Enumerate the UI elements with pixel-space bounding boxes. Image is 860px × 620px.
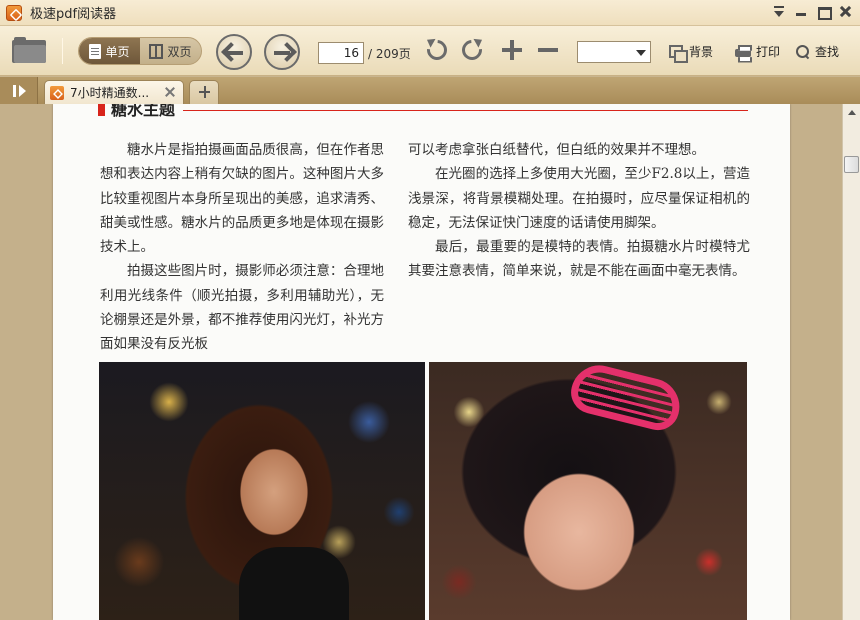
scroll-up-icon[interactable]: [843, 104, 860, 121]
search-button[interactable]: 查找: [796, 43, 839, 60]
rotate-right-button[interactable]: [457, 35, 487, 65]
printer-icon: [735, 45, 751, 59]
double-page-button[interactable]: 双页: [140, 38, 201, 64]
paragraph: 可以考虑拿张白纸替代，但白纸的效果并不理想。: [408, 142, 705, 158]
search-icon: [796, 44, 810, 59]
title-bar: 极速pdf阅读器: [0, 0, 860, 26]
text-column-left: 糖水片是指拍摄画面品质很高，但在作者思想和表达内容上稍有欠缺的图片。这种图片大多…: [100, 138, 384, 357]
arrow-left-icon: [227, 51, 243, 55]
app-logo-icon: [6, 4, 22, 21]
rotate-left-button[interactable]: [422, 35, 452, 65]
paragraph: 最后，最重要的是模特的表情。拍摄糖水片时模特尤其要注意表情，简单来说，就是不能在…: [408, 239, 750, 280]
zoom-select[interactable]: [577, 41, 651, 63]
vertical-scrollbar[interactable]: [842, 104, 860, 620]
previous-page-button[interactable]: [216, 34, 252, 70]
background-label: 背景: [689, 45, 714, 59]
double-page-label: 双页: [167, 44, 192, 59]
view-mode-toggle: 单页 双页: [78, 37, 202, 65]
tab-bar: 7小时精通数...: [0, 77, 860, 104]
print-label: 打印: [756, 45, 781, 59]
zoom-out-button[interactable]: [538, 40, 558, 60]
paragraph: 拍摄这些图片时，摄影师必须注意：合理地利用光线条件（顺光拍摄，多利用辅助光），无…: [100, 263, 384, 353]
text-column-right: 可以考虑拿张白纸替代，但白纸的效果并不理想。 在光圈的选择上多使用大光圈，至少F…: [408, 138, 750, 284]
chevron-down-icon: [636, 50, 646, 56]
portrait-photo-right: [429, 362, 747, 620]
toolbar: 单页 双页 / 209页 背景 打印 查找: [0, 26, 860, 76]
next-page-button[interactable]: [264, 34, 300, 70]
minimize-icon[interactable]: [794, 4, 808, 20]
page-number-input[interactable]: [318, 42, 364, 64]
document-viewer[interactable]: 糖水主题 糖水片是指拍摄画面品质很高，但在作者思想和表达内容上稍有欠缺的图片。这…: [0, 104, 842, 620]
menu-dropdown-icon[interactable]: [772, 4, 786, 20]
portrait-photo-left: [99, 362, 425, 620]
close-icon[interactable]: [838, 4, 852, 20]
window-controls: [772, 4, 852, 20]
page-total: / 209页: [368, 47, 411, 61]
toolbar-divider: [62, 38, 63, 64]
double-page-icon: [149, 43, 164, 59]
new-tab-button[interactable]: [189, 80, 219, 104]
single-page-icon: [89, 43, 102, 59]
shutter-glasses: [566, 362, 686, 435]
maximize-icon[interactable]: [816, 4, 832, 20]
print-button[interactable]: 打印: [735, 43, 780, 60]
arrow-right-icon: [274, 51, 290, 55]
paragraph: 在光圈的选择上多使用大光圈，至少F2.8以上，营造浅景深，将背景模糊处理。在拍摄…: [408, 166, 750, 231]
section-marker: [98, 104, 105, 116]
rotate-right-icon: [457, 35, 487, 65]
open-folder-button[interactable]: [12, 37, 46, 63]
close-tab-icon[interactable]: [165, 87, 175, 97]
search-label: 查找: [815, 45, 840, 59]
zoom-in-button[interactable]: [502, 40, 522, 60]
sidebar-toggle-button[interactable]: [0, 77, 38, 104]
single-page-button[interactable]: 单页: [79, 38, 140, 64]
background-icon: [669, 44, 688, 63]
rotate-left-icon: [422, 35, 452, 65]
pdf-file-icon: [50, 85, 64, 100]
scroll-thumb[interactable]: [844, 156, 859, 173]
paragraph: 糖水片是指拍摄画面品质很高，但在作者思想和表达内容上稍有欠缺的图片。这种图片大多…: [100, 142, 384, 256]
app-title: 极速pdf阅读器: [30, 7, 117, 22]
pdf-page: 糖水主题 糖水片是指拍摄画面品质很高，但在作者思想和表达内容上稍有欠缺的图片。这…: [53, 104, 790, 620]
section-rule: [183, 110, 748, 111]
document-tab[interactable]: 7小时精通数...: [44, 80, 184, 104]
single-page-label: 单页: [105, 44, 130, 59]
background-button[interactable]: 背景: [669, 43, 714, 63]
document-tab-label: 7小时精通数...: [70, 86, 150, 100]
section-title: 糖水主题: [111, 104, 176, 119]
section-header: 糖水主题: [98, 104, 175, 120]
